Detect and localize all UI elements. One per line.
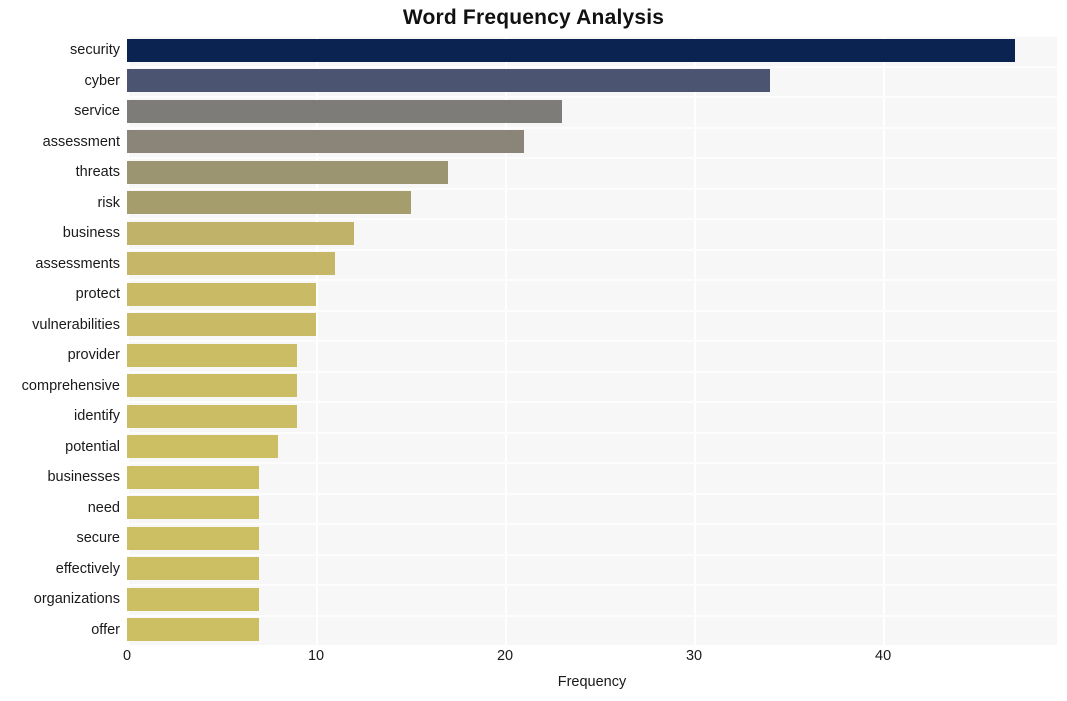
- y-tick-label-cyber: cyber: [84, 72, 120, 89]
- bar-row: [127, 370, 1057, 402]
- y-tick-label-need: need: [87, 499, 120, 516]
- bar-row: [127, 35, 1057, 66]
- y-tick-label-potential: potential: [65, 438, 120, 455]
- bar-provider: [127, 343, 298, 367]
- y-gridline: [127, 584, 1057, 586]
- y-gridline: [127, 65, 1057, 68]
- bar-row: [127, 157, 1057, 188]
- plot-area: [127, 35, 1057, 645]
- bar-assessment: [127, 130, 524, 154]
- bar-row: [127, 584, 1057, 615]
- y-gridline: [127, 126, 1057, 129]
- bar-vulnerabilities: [127, 313, 317, 337]
- y-gridline: [127, 492, 1057, 495]
- y-gridline: [127, 187, 1057, 190]
- y-gridline: [127, 35, 1057, 37]
- word-frequency-chart: Word Frequency Analysis security cyber ser…: [0, 0, 1067, 701]
- x-axis-ticks: 0 10 20 30 40: [0, 648, 1067, 670]
- bar-row: [127, 65, 1057, 97]
- bar-security: [127, 38, 1016, 62]
- bar-row: [127, 279, 1057, 310]
- y-gridline: [127, 218, 1057, 220]
- y-gridline: [127, 553, 1057, 556]
- bar-row: [127, 523, 1057, 554]
- x-tick-label-40: 40: [875, 648, 892, 664]
- y-gridline: [127, 370, 1057, 373]
- y-tick-label-vulnerabilities: vulnerabilities: [32, 316, 120, 333]
- bar-row: [127, 218, 1057, 249]
- x-tick-label-10: 10: [307, 648, 325, 664]
- y-tick-label-offer: offer: [91, 621, 120, 638]
- bar-identify: [127, 404, 298, 428]
- bar-row: [127, 187, 1057, 219]
- bar-offer: [127, 618, 260, 642]
- y-tick-label-provider: provider: [67, 347, 120, 363]
- y-tick-label-business: business: [62, 225, 120, 241]
- y-tick-label-assessment: assessment: [42, 133, 120, 150]
- y-tick-label-identify: identify: [74, 408, 120, 424]
- y-tick-label-threats: threats: [75, 164, 120, 180]
- y-gridline: [127, 279, 1057, 281]
- bar-row: [127, 401, 1057, 432]
- bar-row: [127, 462, 1057, 493]
- bar-row: [127, 96, 1057, 127]
- bar-service: [127, 99, 562, 123]
- bar-row: [127, 309, 1057, 341]
- y-tick-label-security: security: [70, 42, 120, 58]
- bar-organizations: [127, 587, 260, 611]
- y-gridline: [127, 523, 1057, 525]
- x-axis-label: Frequency: [557, 674, 627, 690]
- y-tick-label-risk: risk: [97, 194, 120, 211]
- x-tick-label-30: 30: [685, 648, 703, 664]
- y-tick-label-assessments: assessments: [35, 255, 120, 272]
- y-axis-labels: security cyber service assessment threats ris…: [0, 35, 120, 645]
- y-gridline: [127, 614, 1057, 617]
- y-tick-label-organizations: organizations: [33, 591, 120, 607]
- bar-threats: [127, 160, 449, 184]
- bar-row: [127, 492, 1057, 524]
- y-tick-label-secure: secure: [76, 530, 120, 546]
- y-tick-label-service: service: [74, 103, 120, 119]
- bar-row: [127, 248, 1057, 280]
- y-gridline: [127, 309, 1057, 312]
- x-tick-label-20: 20: [496, 648, 514, 664]
- bar-assessments: [127, 252, 335, 276]
- y-tick-label-businesses: businesses: [47, 469, 120, 485]
- bar-row: [127, 614, 1057, 646]
- bar-row: [127, 553, 1057, 585]
- bar-comprehensive: [127, 374, 298, 398]
- y-gridline: [127, 248, 1057, 251]
- x-tick-label-0: 0: [122, 648, 132, 664]
- bar-secure: [127, 526, 260, 550]
- y-tick-label-protect: protect: [75, 286, 120, 302]
- bar-row: [127, 126, 1057, 158]
- chart-title: Word Frequency Analysis: [402, 6, 665, 29]
- y-gridline: [127, 96, 1057, 98]
- bar-cyber: [127, 69, 770, 93]
- bar-protect: [127, 282, 317, 306]
- y-gridline: [127, 462, 1057, 464]
- bar-business: [127, 221, 354, 245]
- bar-row: [127, 431, 1057, 463]
- y-gridline: [127, 157, 1057, 159]
- bar-businesses: [127, 465, 260, 489]
- bar-potential: [127, 435, 279, 459]
- y-gridline: [127, 401, 1057, 403]
- bar-row: [127, 340, 1057, 371]
- bar-effectively: [127, 557, 260, 581]
- y-tick-label-effectively: effectively: [55, 560, 120, 577]
- y-gridline: [127, 340, 1057, 342]
- bar-need: [127, 496, 260, 520]
- bar-risk: [127, 191, 411, 215]
- y-gridline: [127, 431, 1057, 434]
- y-tick-label-comprehensive: comprehensive: [21, 377, 120, 394]
